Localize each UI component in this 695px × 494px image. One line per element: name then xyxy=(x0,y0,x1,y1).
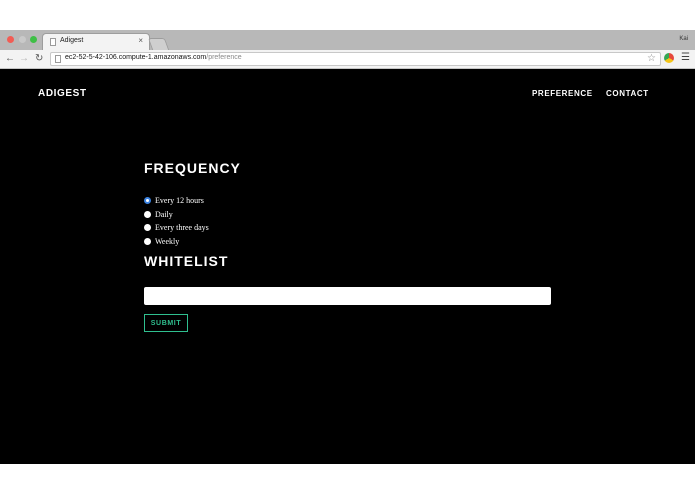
nav-preference-link[interactable]: PREFERENCE xyxy=(532,89,593,98)
star-icon[interactable]: ☆ xyxy=(647,53,656,65)
maximize-window-icon[interactable] xyxy=(30,36,37,43)
radio-label: Weekly xyxy=(155,236,180,246)
nav-contact-link[interactable]: CONTACT xyxy=(606,89,649,98)
browser-tabstrip: Adigest × Kai xyxy=(0,30,695,50)
extension-icon[interactable] xyxy=(664,53,674,63)
submit-button[interactable]: SUBMIT xyxy=(144,314,188,332)
radio-option-daily[interactable]: Daily xyxy=(144,208,173,220)
url-path: /preference xyxy=(206,54,242,61)
page-icon xyxy=(50,38,56,46)
tab-title: Adigest xyxy=(60,37,84,44)
browser-tab[interactable]: Adigest × xyxy=(42,33,150,50)
new-tab-button[interactable] xyxy=(147,38,170,50)
radio-option-every-three-days[interactable]: Every three days xyxy=(144,221,209,233)
frequency-heading: FREQUENCY xyxy=(144,160,241,176)
page-icon xyxy=(55,55,61,63)
radio-button[interactable] xyxy=(144,237,151,245)
address-bar[interactable]: ec2-52-5-42-106.compute-1.amazonaws.com/… xyxy=(50,52,661,66)
browser-toolbar: ← → ↻ ec2-52-5-42-106.compute-1.amazonaw… xyxy=(0,50,695,69)
radio-button[interactable] xyxy=(144,223,151,231)
reload-icon[interactable]: ↻ xyxy=(35,52,43,66)
forward-arrow-icon[interactable]: → xyxy=(19,52,29,66)
url-host: ec2-52-5-42-106.compute-1.amazonaws.com xyxy=(65,54,207,61)
radio-label: Daily xyxy=(155,209,173,219)
close-window-icon[interactable] xyxy=(7,36,14,43)
tab-close-icon[interactable]: × xyxy=(138,36,143,45)
menu-icon[interactable]: ☰ xyxy=(681,51,690,65)
back-arrow-icon[interactable]: ← xyxy=(5,52,15,66)
radio-option-weekly[interactable]: Weekly xyxy=(144,235,179,247)
whitelist-input[interactable] xyxy=(144,287,551,305)
minimize-window-icon[interactable] xyxy=(19,36,26,43)
site-brand[interactable]: ADIGEST xyxy=(38,88,87,99)
radio-label: Every 12 hours xyxy=(155,195,204,205)
radio-label: Every three days xyxy=(155,222,209,232)
radio-button[interactable] xyxy=(144,210,151,218)
radio-option-every-12-hours[interactable]: Every 12 hours xyxy=(144,194,204,206)
profile-name[interactable]: Kai xyxy=(679,36,688,42)
radio-button-checked[interactable] xyxy=(144,196,151,204)
page-content: ADIGEST PREFERENCE CONTACT FREQUENCY Eve… xyxy=(0,69,695,464)
whitelist-heading: WHITELIST xyxy=(144,253,229,269)
url-text[interactable]: ec2-52-5-42-106.compute-1.amazonaws.com/… xyxy=(65,54,242,61)
